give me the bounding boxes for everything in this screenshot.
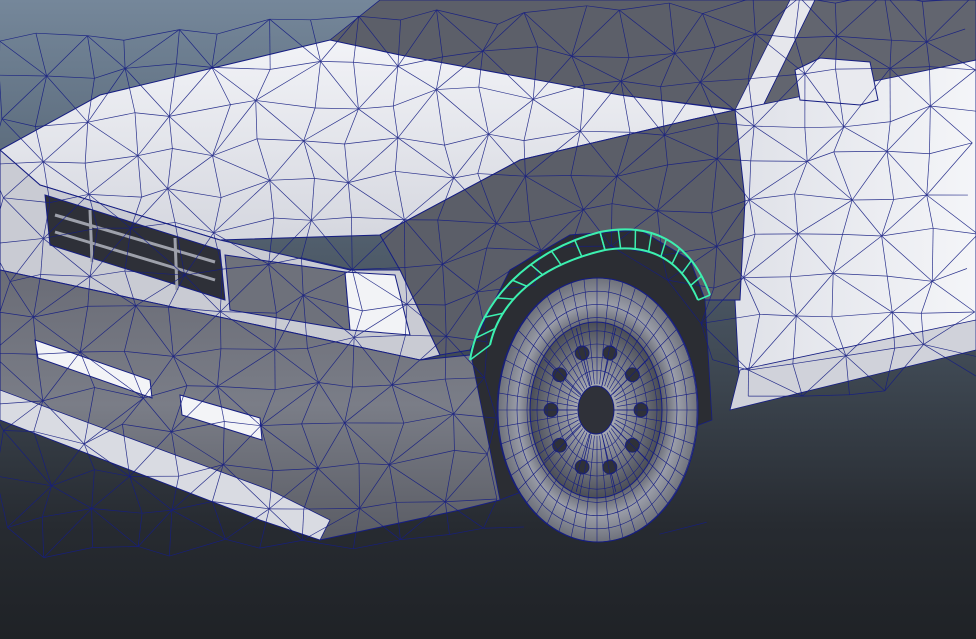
3d-viewport[interactable]: [0, 0, 976, 639]
scene-canvas[interactable]: [0, 0, 976, 639]
front-wheel: [496, 277, 699, 543]
side-mirror: [794, 57, 879, 106]
